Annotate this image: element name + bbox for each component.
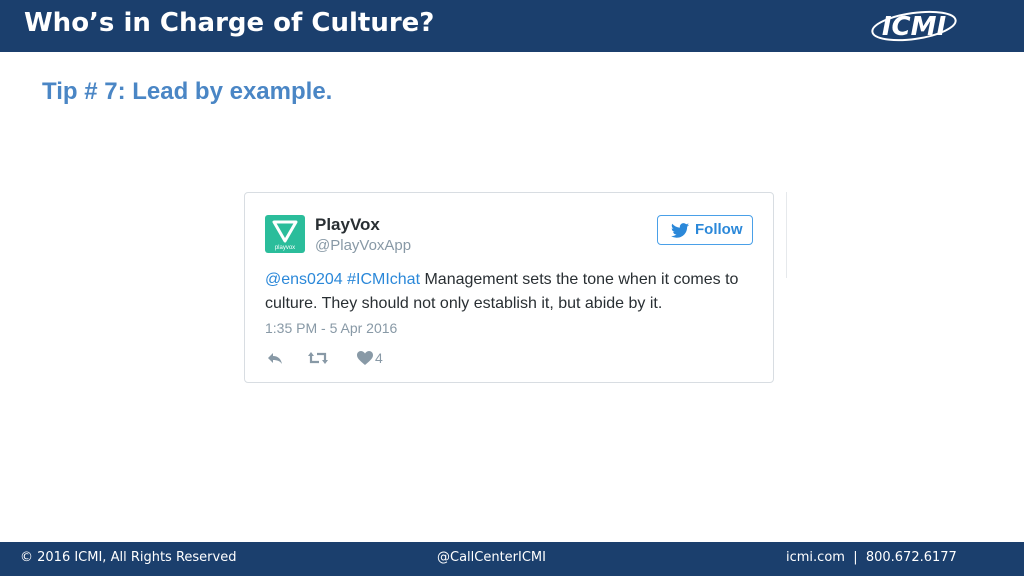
follow-label: Follow <box>695 221 743 238</box>
tweet-timestamp[interactable]: 1:35 PM - 5 Apr 2016 <box>265 320 397 336</box>
slide-title: Who’s in Charge of Culture? <box>24 8 435 38</box>
tweet-author-handle[interactable]: @PlayVoxApp <box>315 237 411 254</box>
footer-contact: icmi.com | 800.672.6177 <box>786 550 957 565</box>
slide-subtitle: Tip # 7: Lead by example. <box>42 78 333 105</box>
icmi-logo-text: ICMI <box>882 12 947 42</box>
tweet-text: @ens0204 #ICMIchat Management sets the t… <box>265 268 765 316</box>
follow-button[interactable]: Follow <box>657 215 753 245</box>
retweet-icon[interactable] <box>307 348 329 368</box>
slide-header: Who’s in Charge of Culture? ICMI <box>0 0 1024 52</box>
tweet-hashtag-link[interactable]: #ICMIchat <box>347 271 420 288</box>
twitter-bird-icon <box>671 223 689 242</box>
reply-icon[interactable] <box>265 348 285 368</box>
footer-copyright: © 2016 ICMI, All Rights Reserved <box>20 550 237 565</box>
avatar-text: playvox <box>275 245 295 251</box>
tweet-shadow-edge <box>786 192 790 278</box>
tweet-card: playvox PlayVox @PlayVoxApp Follow @ens0… <box>244 192 774 383</box>
playvox-avatar[interactable]: playvox <box>265 215 305 253</box>
icmi-logo: ICMI <box>868 6 964 46</box>
slide-footer: © 2016 ICMI, All Rights Reserved @CallCe… <box>0 542 1024 576</box>
tweet-author-name[interactable]: PlayVox <box>315 215 380 235</box>
tweet-mention-link[interactable]: @ens0204 <box>265 271 343 288</box>
like-count: 4 <box>375 350 383 366</box>
like-heart-icon[interactable] <box>355 348 375 368</box>
footer-twitter-handle: @CallCenterICMI <box>437 550 546 565</box>
